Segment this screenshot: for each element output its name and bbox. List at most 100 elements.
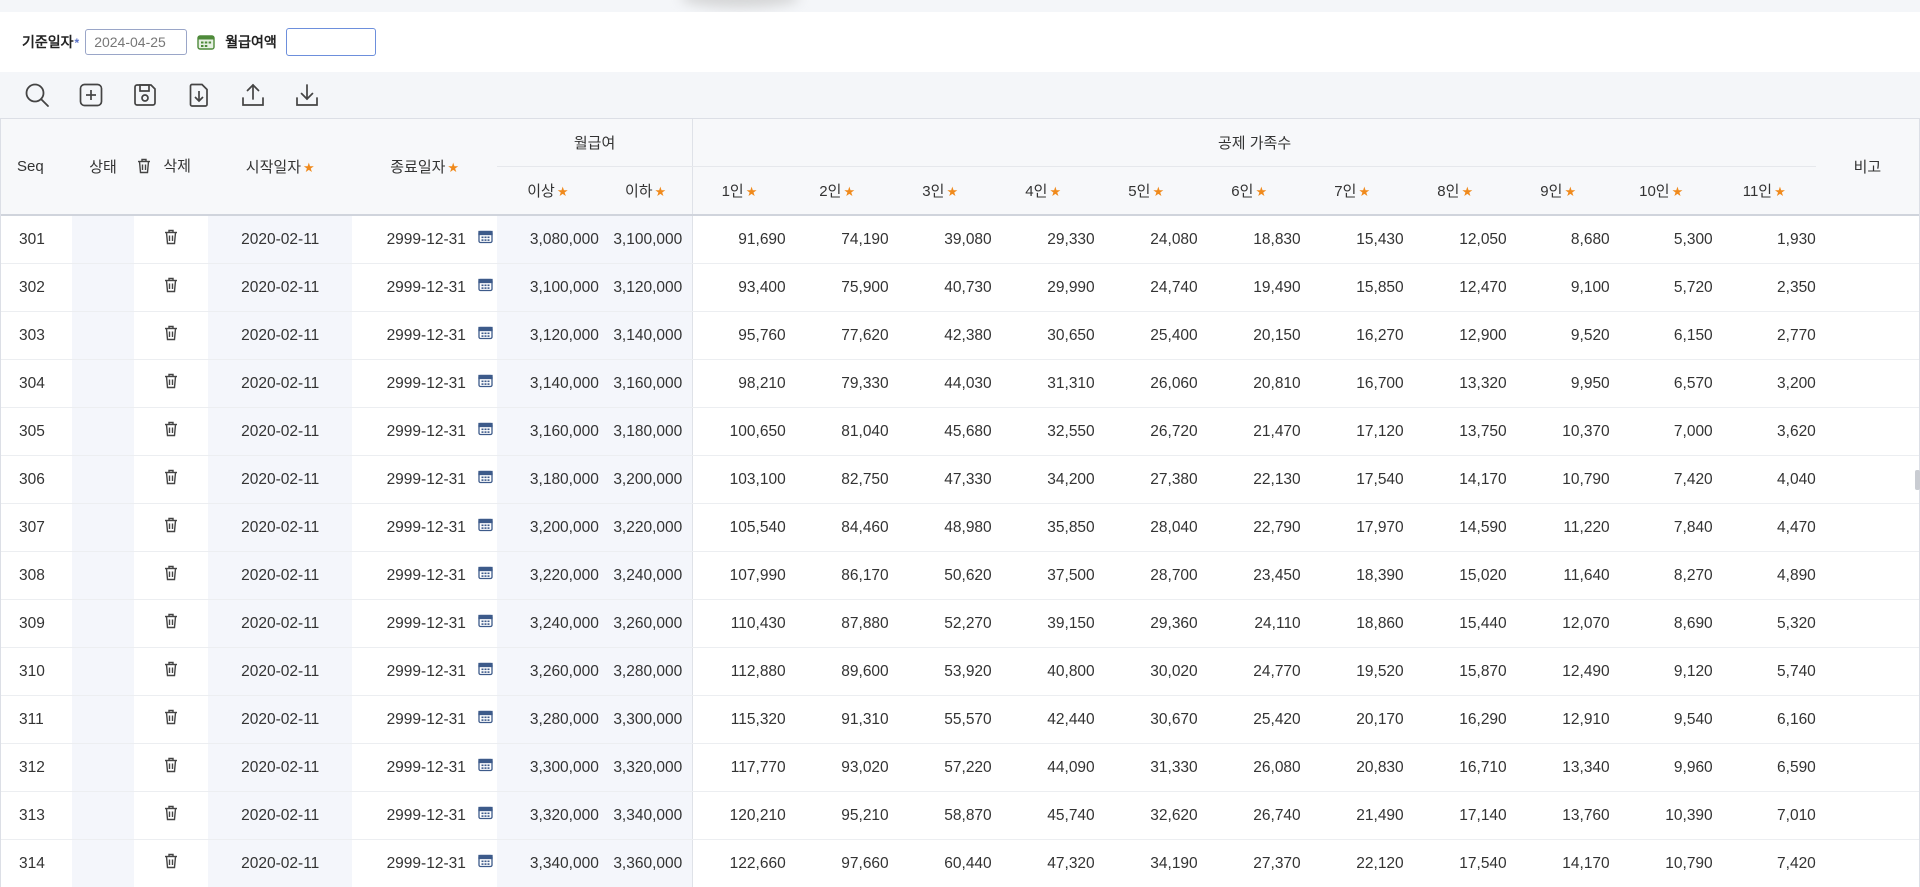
cell-remark[interactable] (1816, 600, 1919, 648)
cell-family-9[interactable]: 10,370 (1507, 408, 1610, 456)
cell-family-1[interactable]: 122,660 (693, 840, 786, 887)
cell-family-2[interactable]: 75,900 (786, 264, 889, 312)
cell-family-4[interactable]: 35,850 (992, 504, 1095, 552)
import-icon[interactable] (182, 78, 216, 112)
cell-family-11[interactable]: 4,890 (1713, 552, 1816, 600)
header-delete[interactable]: 삭제 (134, 119, 208, 215)
cell-status[interactable] (72, 408, 135, 456)
cell-over[interactable]: 3,160,000 (497, 408, 599, 456)
cell-over[interactable]: 3,140,000 (497, 360, 599, 408)
cell-start-date[interactable]: 2020-02-11 (208, 504, 352, 552)
cell-family-8[interactable]: 16,710 (1404, 744, 1507, 792)
cell-family-10[interactable]: 7,420 (1610, 456, 1713, 504)
vertical-scrollbar[interactable] (1915, 470, 1920, 490)
delete-row-button[interactable] (134, 264, 208, 312)
cell-family-8[interactable]: 15,440 (1404, 600, 1507, 648)
calendar-icon[interactable] (478, 854, 493, 873)
cell-family-10[interactable]: 10,790 (1610, 840, 1713, 887)
cell-status[interactable] (72, 792, 135, 840)
header-start-date[interactable]: 시작일자★ (208, 119, 352, 215)
cell-family-4[interactable]: 32,550 (992, 408, 1095, 456)
cell-family-9[interactable]: 11,640 (1507, 552, 1610, 600)
cell-family-4[interactable]: 31,310 (992, 360, 1095, 408)
cell-family-7[interactable]: 20,170 (1301, 696, 1404, 744)
cell-start-date[interactable]: 2020-02-11 (208, 696, 352, 744)
cell-family-11[interactable]: 2,350 (1713, 264, 1816, 312)
cell-status[interactable] (72, 264, 135, 312)
cell-family-10[interactable]: 7,840 (1610, 504, 1713, 552)
cell-remark[interactable] (1816, 792, 1919, 840)
cell-end-date[interactable]: 2999-12-31 (352, 792, 496, 840)
cell-status[interactable] (72, 648, 135, 696)
cell-seq[interactable]: 308 (1, 552, 72, 600)
cell-family-8[interactable]: 13,320 (1404, 360, 1507, 408)
cell-family-8[interactable]: 12,050 (1404, 215, 1507, 264)
header-family-10[interactable]: 10인★ (1610, 167, 1713, 216)
cell-seq[interactable]: 310 (1, 648, 72, 696)
cell-remark[interactable] (1816, 264, 1919, 312)
cell-family-9[interactable]: 9,100 (1507, 264, 1610, 312)
cell-family-3[interactable]: 57,220 (889, 744, 992, 792)
cell-family-1[interactable]: 91,690 (693, 215, 786, 264)
header-family-2[interactable]: 2인★ (786, 167, 889, 216)
cell-family-2[interactable]: 97,660 (786, 840, 889, 887)
cell-family-4[interactable]: 29,990 (992, 264, 1095, 312)
cell-remark[interactable] (1816, 648, 1919, 696)
cell-under[interactable]: 3,300,000 (599, 696, 693, 744)
cell-family-2[interactable]: 93,020 (786, 744, 889, 792)
cell-family-11[interactable]: 3,200 (1713, 360, 1816, 408)
search-icon[interactable] (20, 78, 54, 112)
cell-family-5[interactable]: 30,020 (1095, 648, 1198, 696)
cell-start-date[interactable]: 2020-02-11 (208, 312, 352, 360)
calendar-icon[interactable] (478, 230, 493, 249)
delete-row-button[interactable] (134, 840, 208, 887)
cell-family-3[interactable]: 48,980 (889, 504, 992, 552)
cell-under[interactable]: 3,240,000 (599, 552, 693, 600)
cell-family-3[interactable]: 39,080 (889, 215, 992, 264)
cell-family-10[interactable]: 7,000 (1610, 408, 1713, 456)
table-row[interactable]: 3062020-02-112999-12-313,180,0003,200,00… (1, 456, 1919, 504)
table-row[interactable]: 3122020-02-112999-12-313,300,0003,320,00… (1, 744, 1919, 792)
cell-family-2[interactable]: 84,460 (786, 504, 889, 552)
delete-row-button[interactable] (134, 696, 208, 744)
cell-family-10[interactable]: 6,150 (1610, 312, 1713, 360)
cell-family-4[interactable]: 47,320 (992, 840, 1095, 887)
cell-over[interactable]: 3,200,000 (497, 504, 599, 552)
cell-family-8[interactable]: 15,870 (1404, 648, 1507, 696)
calendar-icon[interactable] (196, 32, 216, 52)
cell-family-1[interactable]: 100,650 (693, 408, 786, 456)
calendar-icon[interactable] (478, 614, 493, 633)
cell-family-5[interactable]: 28,700 (1095, 552, 1198, 600)
cell-status[interactable] (72, 744, 135, 792)
cell-over[interactable]: 3,080,000 (497, 215, 599, 264)
cell-under[interactable]: 3,160,000 (599, 360, 693, 408)
cell-family-7[interactable]: 15,430 (1301, 215, 1404, 264)
cell-under[interactable]: 3,220,000 (599, 504, 693, 552)
table-row[interactable]: 3032020-02-112999-12-313,120,0003,140,00… (1, 312, 1919, 360)
cell-family-7[interactable]: 21,490 (1301, 792, 1404, 840)
cell-family-10[interactable]: 10,390 (1610, 792, 1713, 840)
cell-family-3[interactable]: 47,330 (889, 456, 992, 504)
cell-family-7[interactable]: 17,120 (1301, 408, 1404, 456)
calendar-icon[interactable] (478, 710, 493, 729)
cell-family-10[interactable]: 6,570 (1610, 360, 1713, 408)
table-row[interactable]: 3132020-02-112999-12-313,320,0003,340,00… (1, 792, 1919, 840)
cell-family-9[interactable]: 10,790 (1507, 456, 1610, 504)
cell-family-1[interactable]: 107,990 (693, 552, 786, 600)
cell-end-date[interactable]: 2999-12-31 (352, 456, 496, 504)
header-family-7[interactable]: 7인★ (1301, 167, 1404, 216)
cell-family-5[interactable]: 32,620 (1095, 792, 1198, 840)
table-row[interactable]: 3022020-02-112999-12-313,100,0003,120,00… (1, 264, 1919, 312)
calendar-icon[interactable] (478, 278, 493, 297)
table-row[interactable]: 3052020-02-112999-12-313,160,0003,180,00… (1, 408, 1919, 456)
cell-family-7[interactable]: 18,390 (1301, 552, 1404, 600)
cell-status[interactable] (72, 360, 135, 408)
calendar-icon[interactable] (478, 374, 493, 393)
cell-family-8[interactable]: 15,020 (1404, 552, 1507, 600)
header-family-11[interactable]: 11인★ (1713, 167, 1816, 216)
delete-row-button[interactable] (134, 648, 208, 696)
table-row[interactable]: 3092020-02-112999-12-313,240,0003,260,00… (1, 600, 1919, 648)
cell-family-1[interactable]: 103,100 (693, 456, 786, 504)
cell-family-8[interactable]: 17,540 (1404, 840, 1507, 887)
cell-family-11[interactable]: 7,420 (1713, 840, 1816, 887)
